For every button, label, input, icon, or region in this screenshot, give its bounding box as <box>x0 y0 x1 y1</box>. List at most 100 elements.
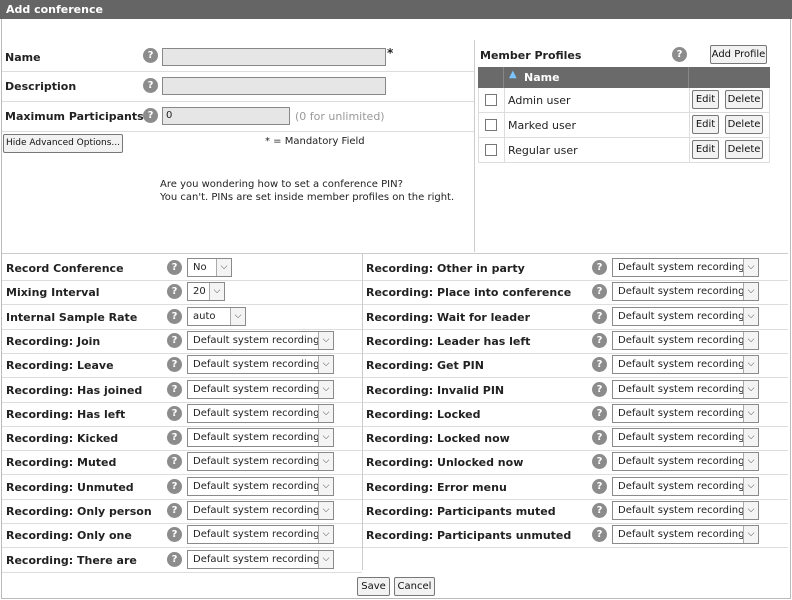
chevron-down-icon[interactable]: ⌵ <box>743 405 758 422</box>
recording-wait-for-leader-help-icon[interactable]: ? <box>592 309 607 324</box>
record-conference-help-icon[interactable]: ? <box>167 260 182 275</box>
recording-place-into-conference-help-icon[interactable]: ? <box>592 284 607 299</box>
chevron-down-icon[interactable]: ⌵ <box>318 381 333 398</box>
recording-there-are-select[interactable]: Default system recording ⌵ <box>187 550 334 569</box>
recording-locked-select[interactable]: Default system recording ⌵ <box>612 404 759 423</box>
recording-only-one-select[interactable]: Default system recording ⌵ <box>187 525 334 544</box>
recording-leave-help-icon[interactable]: ? <box>167 357 182 372</box>
recording-has-left-select[interactable]: Default system recording ⌵ <box>187 404 334 423</box>
recording-leave-select[interactable]: Default system recording ⌵ <box>187 355 334 374</box>
chevron-down-icon[interactable]: ⌵ <box>318 356 333 373</box>
mixing-interval-help-icon[interactable]: ? <box>167 284 182 299</box>
chevron-down-icon[interactable]: ⌵ <box>743 502 758 519</box>
recording-participants-muted-select[interactable]: Default system recording ⌵ <box>612 501 759 520</box>
chevron-down-icon[interactable]: ⌵ <box>216 259 231 276</box>
recording-error-menu-select[interactable]: Default system recording ⌵ <box>612 477 759 496</box>
chevron-down-icon[interactable]: ⌵ <box>743 308 758 325</box>
description-input[interactable] <box>162 77 386 95</box>
recording-muted-help-icon[interactable]: ? <box>167 454 182 469</box>
column-header-name[interactable]: Name <box>524 71 560 84</box>
hide-advanced-options-button[interactable]: Hide Advanced Options... <box>3 134 123 153</box>
delete-button[interactable]: Delete <box>725 90 763 109</box>
recording-get-pin-help-icon[interactable]: ? <box>592 357 607 372</box>
recording-locked-now-select[interactable]: Default system recording ⌵ <box>612 428 759 447</box>
name-input[interactable] <box>162 48 386 66</box>
recording-locked-help-icon[interactable]: ? <box>592 406 607 421</box>
name-help-icon[interactable]: ? <box>143 48 158 63</box>
recording-kicked-help-icon[interactable]: ? <box>167 430 182 445</box>
chevron-down-icon[interactable]: ⌵ <box>743 356 758 373</box>
description-help-icon[interactable]: ? <box>143 78 158 93</box>
recording-wait-for-leader-select[interactable]: Default system recording ⌵ <box>612 307 759 326</box>
chevron-down-icon[interactable]: ⌵ <box>318 429 333 446</box>
recording-participants-unmuted-select[interactable]: Default system recording ⌵ <box>612 525 759 544</box>
recording-has-joined-select[interactable]: Default system recording ⌵ <box>187 380 334 399</box>
recording-unmuted-help-icon[interactable]: ? <box>167 479 182 494</box>
edit-button[interactable]: Edit <box>692 90 719 109</box>
cancel-button[interactable]: Cancel <box>394 577 435 596</box>
chevron-down-icon[interactable]: ⌵ <box>743 478 758 495</box>
recording-join-select[interactable]: Default system recording ⌵ <box>187 331 334 350</box>
recording-invalid-pin-select[interactable]: Default system recording ⌵ <box>612 380 759 399</box>
recording-participants-unmuted-help-icon[interactable]: ? <box>592 527 607 542</box>
recording-leader-has-left-help-icon[interactable]: ? <box>592 333 607 348</box>
recording-unlocked-now-help-icon[interactable]: ? <box>592 454 607 469</box>
recording-kicked-select[interactable]: Default system recording ⌵ <box>187 428 334 447</box>
row-checkbox[interactable] <box>485 144 497 156</box>
chevron-down-icon[interactable]: ⌵ <box>743 283 758 300</box>
recording-only-person-help-icon[interactable]: ? <box>167 503 182 518</box>
add-profile-button[interactable]: Add Profile <box>710 45 767 64</box>
recording-unmuted-select[interactable]: Default system recording ⌵ <box>187 477 334 496</box>
chevron-down-icon[interactable]: ⌵ <box>318 405 333 422</box>
chevron-down-icon[interactable]: ⌵ <box>318 453 333 470</box>
row-checkbox[interactable] <box>485 119 497 131</box>
recording-only-person-select[interactable]: Default system recording ⌵ <box>187 501 334 520</box>
recording-leader-has-left-select[interactable]: Default system recording ⌵ <box>612 331 759 350</box>
table-row: Regular user Edit Delete <box>478 138 770 163</box>
recording-join-help-icon[interactable]: ? <box>167 333 182 348</box>
recording-other-in-party-help-icon[interactable]: ? <box>592 260 607 275</box>
internal-sample-rate-select[interactable]: auto ⌵ <box>187 307 246 326</box>
recording-has-left-help-icon[interactable]: ? <box>167 406 182 421</box>
recording-unlocked-now-select[interactable]: Default system recording ⌵ <box>612 452 759 471</box>
recording-error-menu-help-icon[interactable]: ? <box>592 479 607 494</box>
delete-button[interactable]: Delete <box>725 140 763 159</box>
delete-button[interactable]: Delete <box>725 115 763 134</box>
mixing-interval-select[interactable]: 20 ⌵ <box>187 282 225 301</box>
internal-sample-rate-help-icon[interactable]: ? <box>167 309 182 324</box>
row-divider <box>2 304 362 305</box>
chevron-down-icon[interactable]: ⌵ <box>743 381 758 398</box>
chevron-down-icon[interactable]: ⌵ <box>318 478 333 495</box>
recording-participants-muted-help-icon[interactable]: ? <box>592 503 607 518</box>
member-profiles-help-icon[interactable]: ? <box>672 47 687 62</box>
edit-button[interactable]: Edit <box>692 140 719 159</box>
recording-only-one-help-icon[interactable]: ? <box>167 527 182 542</box>
record-conference-select[interactable]: No ⌵ <box>187 258 232 277</box>
selected-value: Default system recording <box>618 432 745 443</box>
chevron-down-icon[interactable]: ⌵ <box>743 453 758 470</box>
save-button[interactable]: Save <box>357 577 390 596</box>
recording-muted-select[interactable]: Default system recording ⌵ <box>187 452 334 471</box>
max-participants-help-icon[interactable]: ? <box>143 108 158 123</box>
recording-has-joined-help-icon[interactable]: ? <box>167 382 182 397</box>
chevron-down-icon[interactable]: ⌵ <box>318 526 333 543</box>
recording-locked-now-help-icon[interactable]: ? <box>592 430 607 445</box>
edit-button[interactable]: Edit <box>692 115 719 134</box>
row-checkbox[interactable] <box>485 94 497 106</box>
chevron-down-icon[interactable]: ⌵ <box>318 551 333 568</box>
chevron-down-icon[interactable]: ⌵ <box>743 429 758 446</box>
recording-place-into-conference-select[interactable]: Default system recording ⌵ <box>612 282 759 301</box>
recording-get-pin-select[interactable]: Default system recording ⌵ <box>612 355 759 374</box>
chevron-down-icon[interactable]: ⌵ <box>318 502 333 519</box>
chevron-down-icon[interactable]: ⌵ <box>209 283 224 300</box>
recording-there-are-help-icon[interactable]: ? <box>167 552 182 567</box>
recording-invalid-pin-help-icon[interactable]: ? <box>592 382 607 397</box>
chevron-down-icon[interactable]: ⌵ <box>743 259 758 276</box>
sort-ascending-icon[interactable]: ▲ <box>509 69 517 80</box>
chevron-down-icon[interactable]: ⌵ <box>318 332 333 349</box>
chevron-down-icon[interactable]: ⌵ <box>743 332 758 349</box>
recording-other-in-party-select[interactable]: Default system recording ⌵ <box>612 258 759 277</box>
chevron-down-icon[interactable]: ⌵ <box>230 308 245 325</box>
max-participants-input[interactable]: 0 <box>162 107 290 125</box>
chevron-down-icon[interactable]: ⌵ <box>743 526 758 543</box>
